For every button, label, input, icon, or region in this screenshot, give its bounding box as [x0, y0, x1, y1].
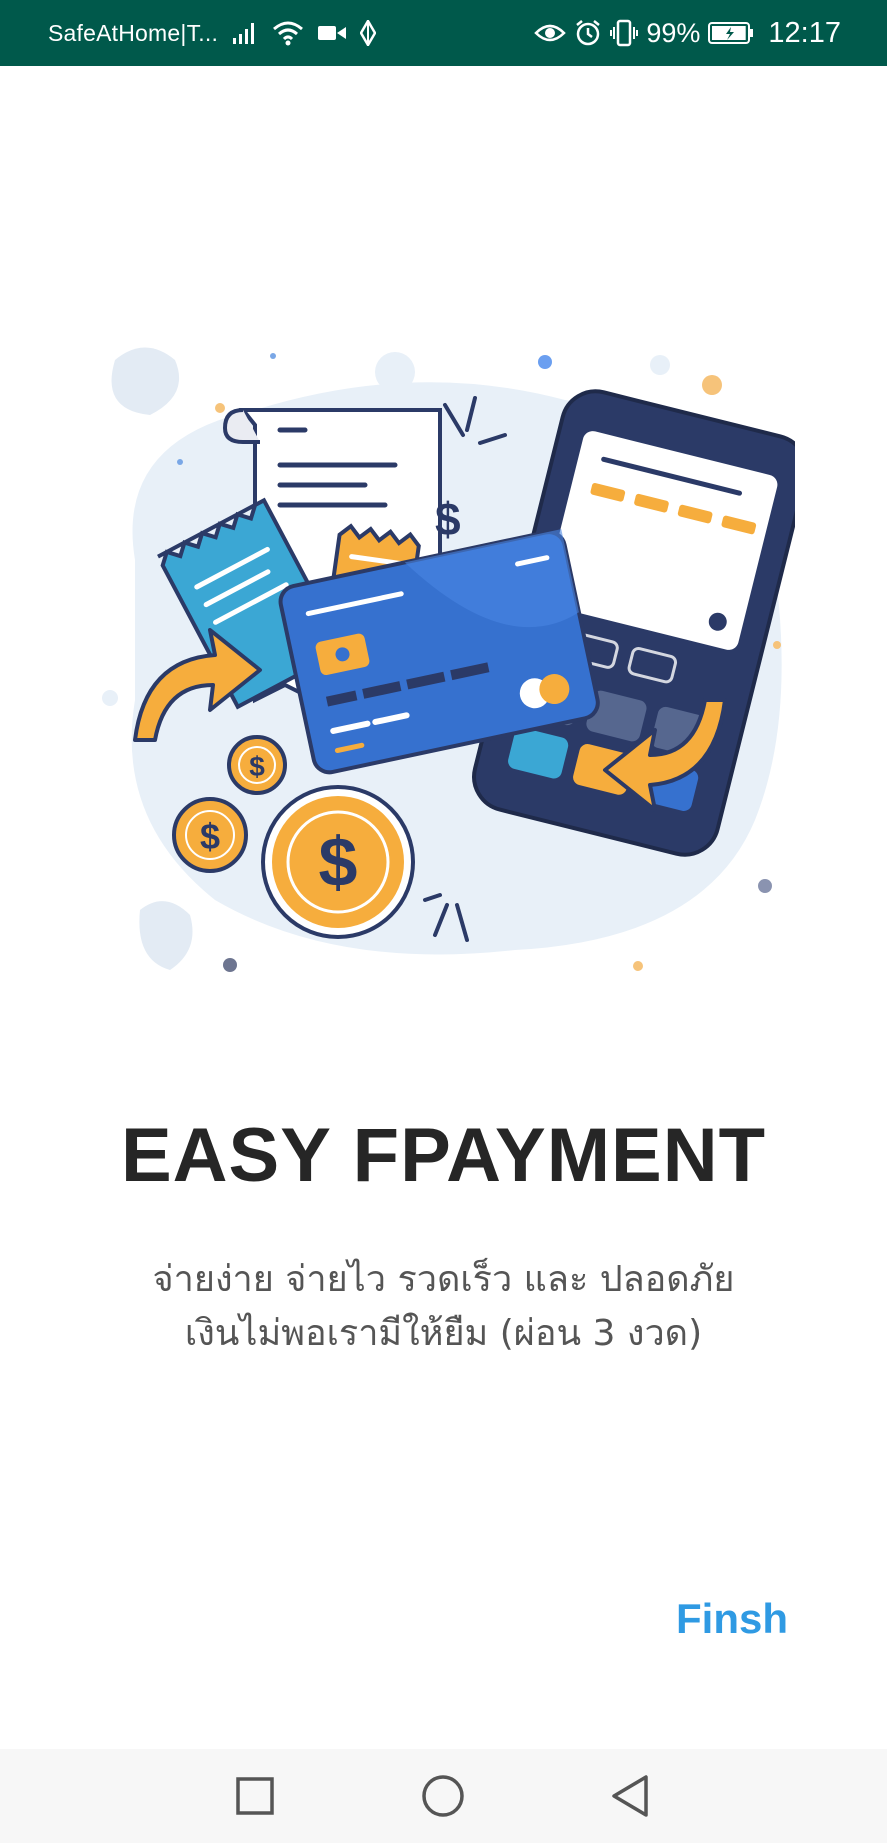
circle-icon: [418, 1771, 468, 1821]
background-dot: [650, 355, 670, 375]
alarm-icon: [574, 19, 602, 47]
decor-dot: [773, 641, 781, 649]
decor-dot: [633, 961, 643, 971]
svg-text:$: $: [249, 751, 265, 782]
payment-illustration: $ $ $ $: [95, 340, 795, 990]
carrier-name: SafeAtHome|T...: [48, 19, 219, 46]
status-bar: SafeAtHome|T... 99% 12:17: [0, 0, 887, 66]
signal-icon: [232, 21, 258, 45]
decor-dot: [223, 958, 237, 972]
status-bar-right: 99% 12:17: [534, 0, 841, 66]
battery-percent: 99%: [646, 17, 701, 48]
page-title: EASY FPAYMENT: [120, 1113, 767, 1198]
description: จ่ายง่าย จ่ายไว รวดเร็ว และ ปลอดภัย เงิน…: [0, 1253, 887, 1361]
eye-icon: [534, 22, 567, 44]
svg-text:$: $: [200, 816, 220, 857]
recent-apps-button[interactable]: [230, 1771, 280, 1821]
battery-icon: [708, 21, 754, 45]
vibrate-icon: [610, 19, 639, 47]
background-blob: [111, 347, 180, 415]
home-button[interactable]: [418, 1771, 468, 1821]
decor-dot: [270, 353, 276, 359]
status-bar-left: SafeAtHome|T...: [48, 0, 377, 66]
dollar-sign-icon: $: [435, 493, 461, 545]
description-line-1: จ่ายง่าย จ่ายไว รวดเร็ว และ ปลอดภัย: [152, 1259, 735, 1300]
coin-icon: $: [172, 797, 248, 873]
square-icon: [230, 1771, 280, 1821]
decor-dot: [538, 355, 552, 369]
finish-button[interactable]: Finsh: [676, 1595, 788, 1643]
decor-dot: [177, 459, 183, 465]
decor-dot: [702, 375, 722, 395]
coin-icon: $: [261, 785, 415, 939]
clock: 12:17: [768, 16, 841, 49]
coin-icon: $: [227, 735, 287, 795]
svg-text:$: $: [319, 823, 358, 901]
triangle-back-icon: [606, 1771, 656, 1821]
wifi-icon: [272, 20, 304, 46]
navigation-bar: [0, 1749, 887, 1843]
background-blob: [139, 901, 193, 970]
decor-dot: [758, 879, 772, 893]
data-icon: [360, 20, 377, 46]
back-button[interactable]: [606, 1771, 656, 1821]
onboarding-screen: SafeAtHome|T... 99% 12:17 $ $ $ $ EASY F…: [0, 0, 887, 1843]
background-dot: [102, 690, 118, 706]
description-line-2: เงินไม่พอเรามีให้ยืม (ผ่อน 3 งวด): [184, 1313, 703, 1354]
video-icon: [318, 24, 347, 42]
decor-dot: [215, 403, 225, 413]
background-dot: [375, 352, 415, 392]
